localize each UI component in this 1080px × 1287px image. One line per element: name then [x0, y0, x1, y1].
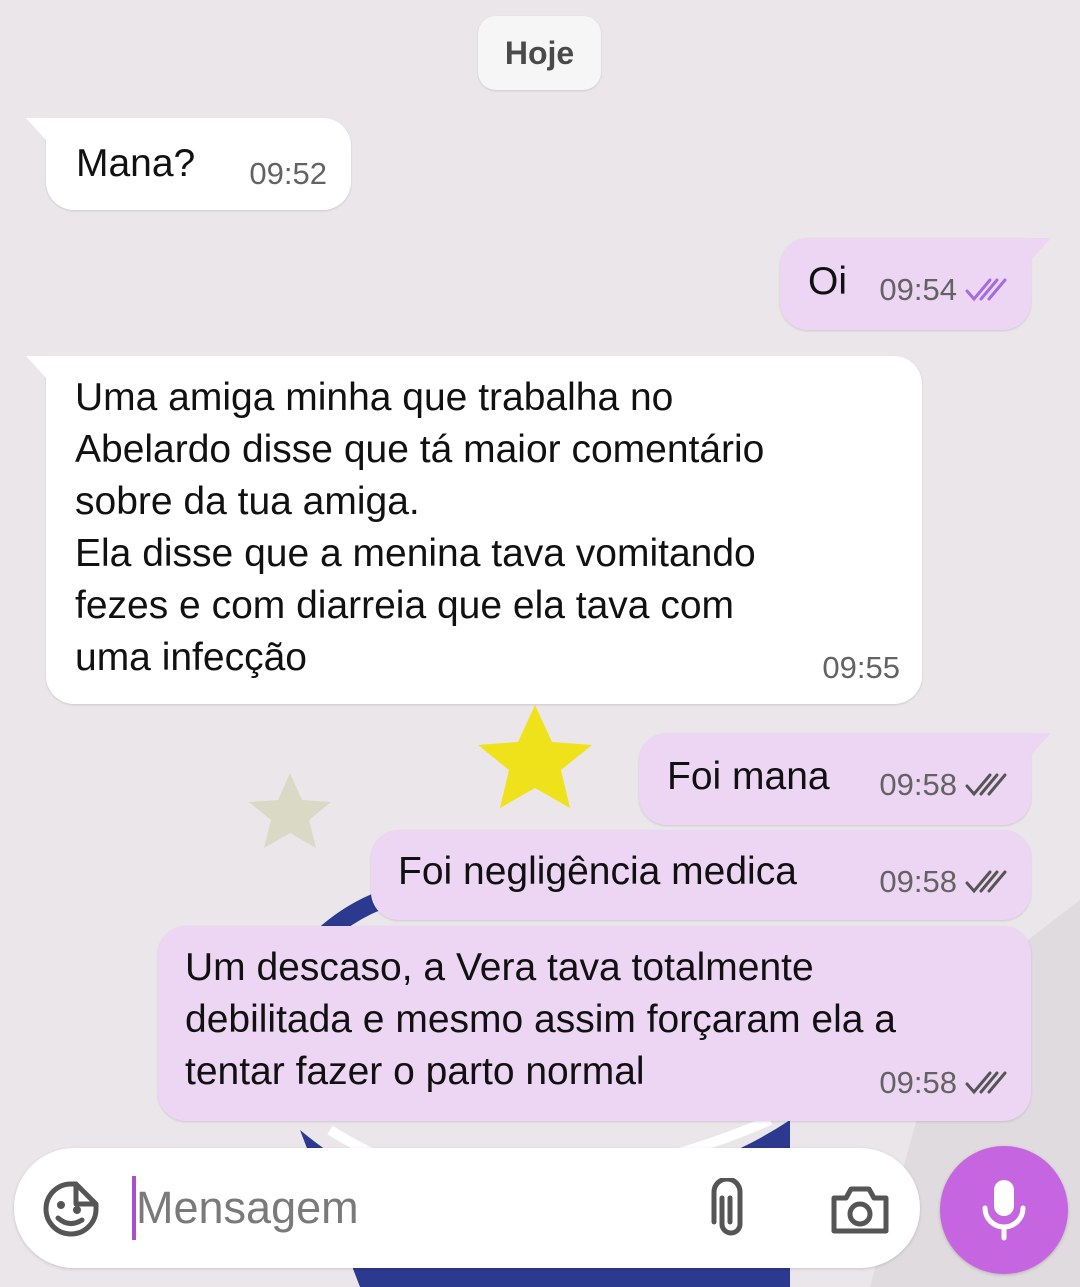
- camera-icon[interactable]: [830, 1184, 890, 1236]
- message-text: Um descaso, a Vera tava totalmente debil…: [185, 946, 896, 1093]
- message-meta: 09:52: [249, 148, 327, 200]
- message-composer[interactable]: Mensagem: [14, 1148, 920, 1268]
- message-time: 09:55: [822, 650, 900, 685]
- outgoing-message[interactable]: Foi negligência medica 09:58: [371, 830, 1031, 920]
- message-meta: 09:58: [879, 759, 1009, 811]
- delivered-ticks-icon: [965, 773, 1007, 797]
- outgoing-message[interactable]: Foi mana 09:58: [639, 733, 1051, 825]
- message-time: 09:52: [249, 156, 327, 191]
- bubble-tail: [1031, 238, 1051, 260]
- paperclip-icon[interactable]: [708, 1178, 754, 1240]
- message-time: 09:58: [879, 767, 957, 802]
- message-meta: 09:55: [822, 642, 900, 694]
- bubble-tail: [1031, 733, 1051, 755]
- message-meta: 09:58: [879, 856, 1009, 908]
- message-meta: 09:54: [879, 264, 1009, 316]
- message-text: Uma amiga minha que trabalha no Abelardo…: [75, 376, 765, 679]
- date-divider: Hoje: [478, 16, 601, 90]
- message-text: Oi: [808, 260, 847, 303]
- delivered-ticks-icon: [965, 870, 1007, 894]
- message-text: Foi negligência medica: [398, 850, 797, 893]
- outgoing-message[interactable]: Oi 09:54: [780, 238, 1051, 330]
- read-ticks-icon: [965, 278, 1007, 302]
- gray-star-icon: [249, 773, 331, 848]
- microphone-button[interactable]: [940, 1146, 1068, 1274]
- microphone-icon: [982, 1180, 1026, 1241]
- bubble-tail: [26, 118, 46, 140]
- message-time: 09:54: [879, 272, 957, 307]
- yellow-star-icon: [478, 705, 592, 808]
- incoming-message[interactable]: Uma amiga minha que trabalha no Abelardo…: [26, 356, 922, 704]
- message-time: 09:58: [879, 864, 957, 899]
- message-meta: 09:58: [879, 1057, 1009, 1109]
- delivered-ticks-icon: [965, 1071, 1007, 1095]
- message-text: Mana?: [76, 142, 196, 185]
- message-text: Foi mana: [667, 755, 830, 798]
- incoming-message[interactable]: Mana? 09:52: [26, 118, 351, 210]
- bubble-tail: [26, 356, 46, 378]
- sticker-icon[interactable]: [42, 1180, 100, 1238]
- message-input[interactable]: Mensagem: [136, 1178, 359, 1238]
- message-time: 09:58: [879, 1065, 957, 1100]
- outgoing-message[interactable]: Um descaso, a Vera tava totalmente debil…: [158, 926, 1031, 1121]
